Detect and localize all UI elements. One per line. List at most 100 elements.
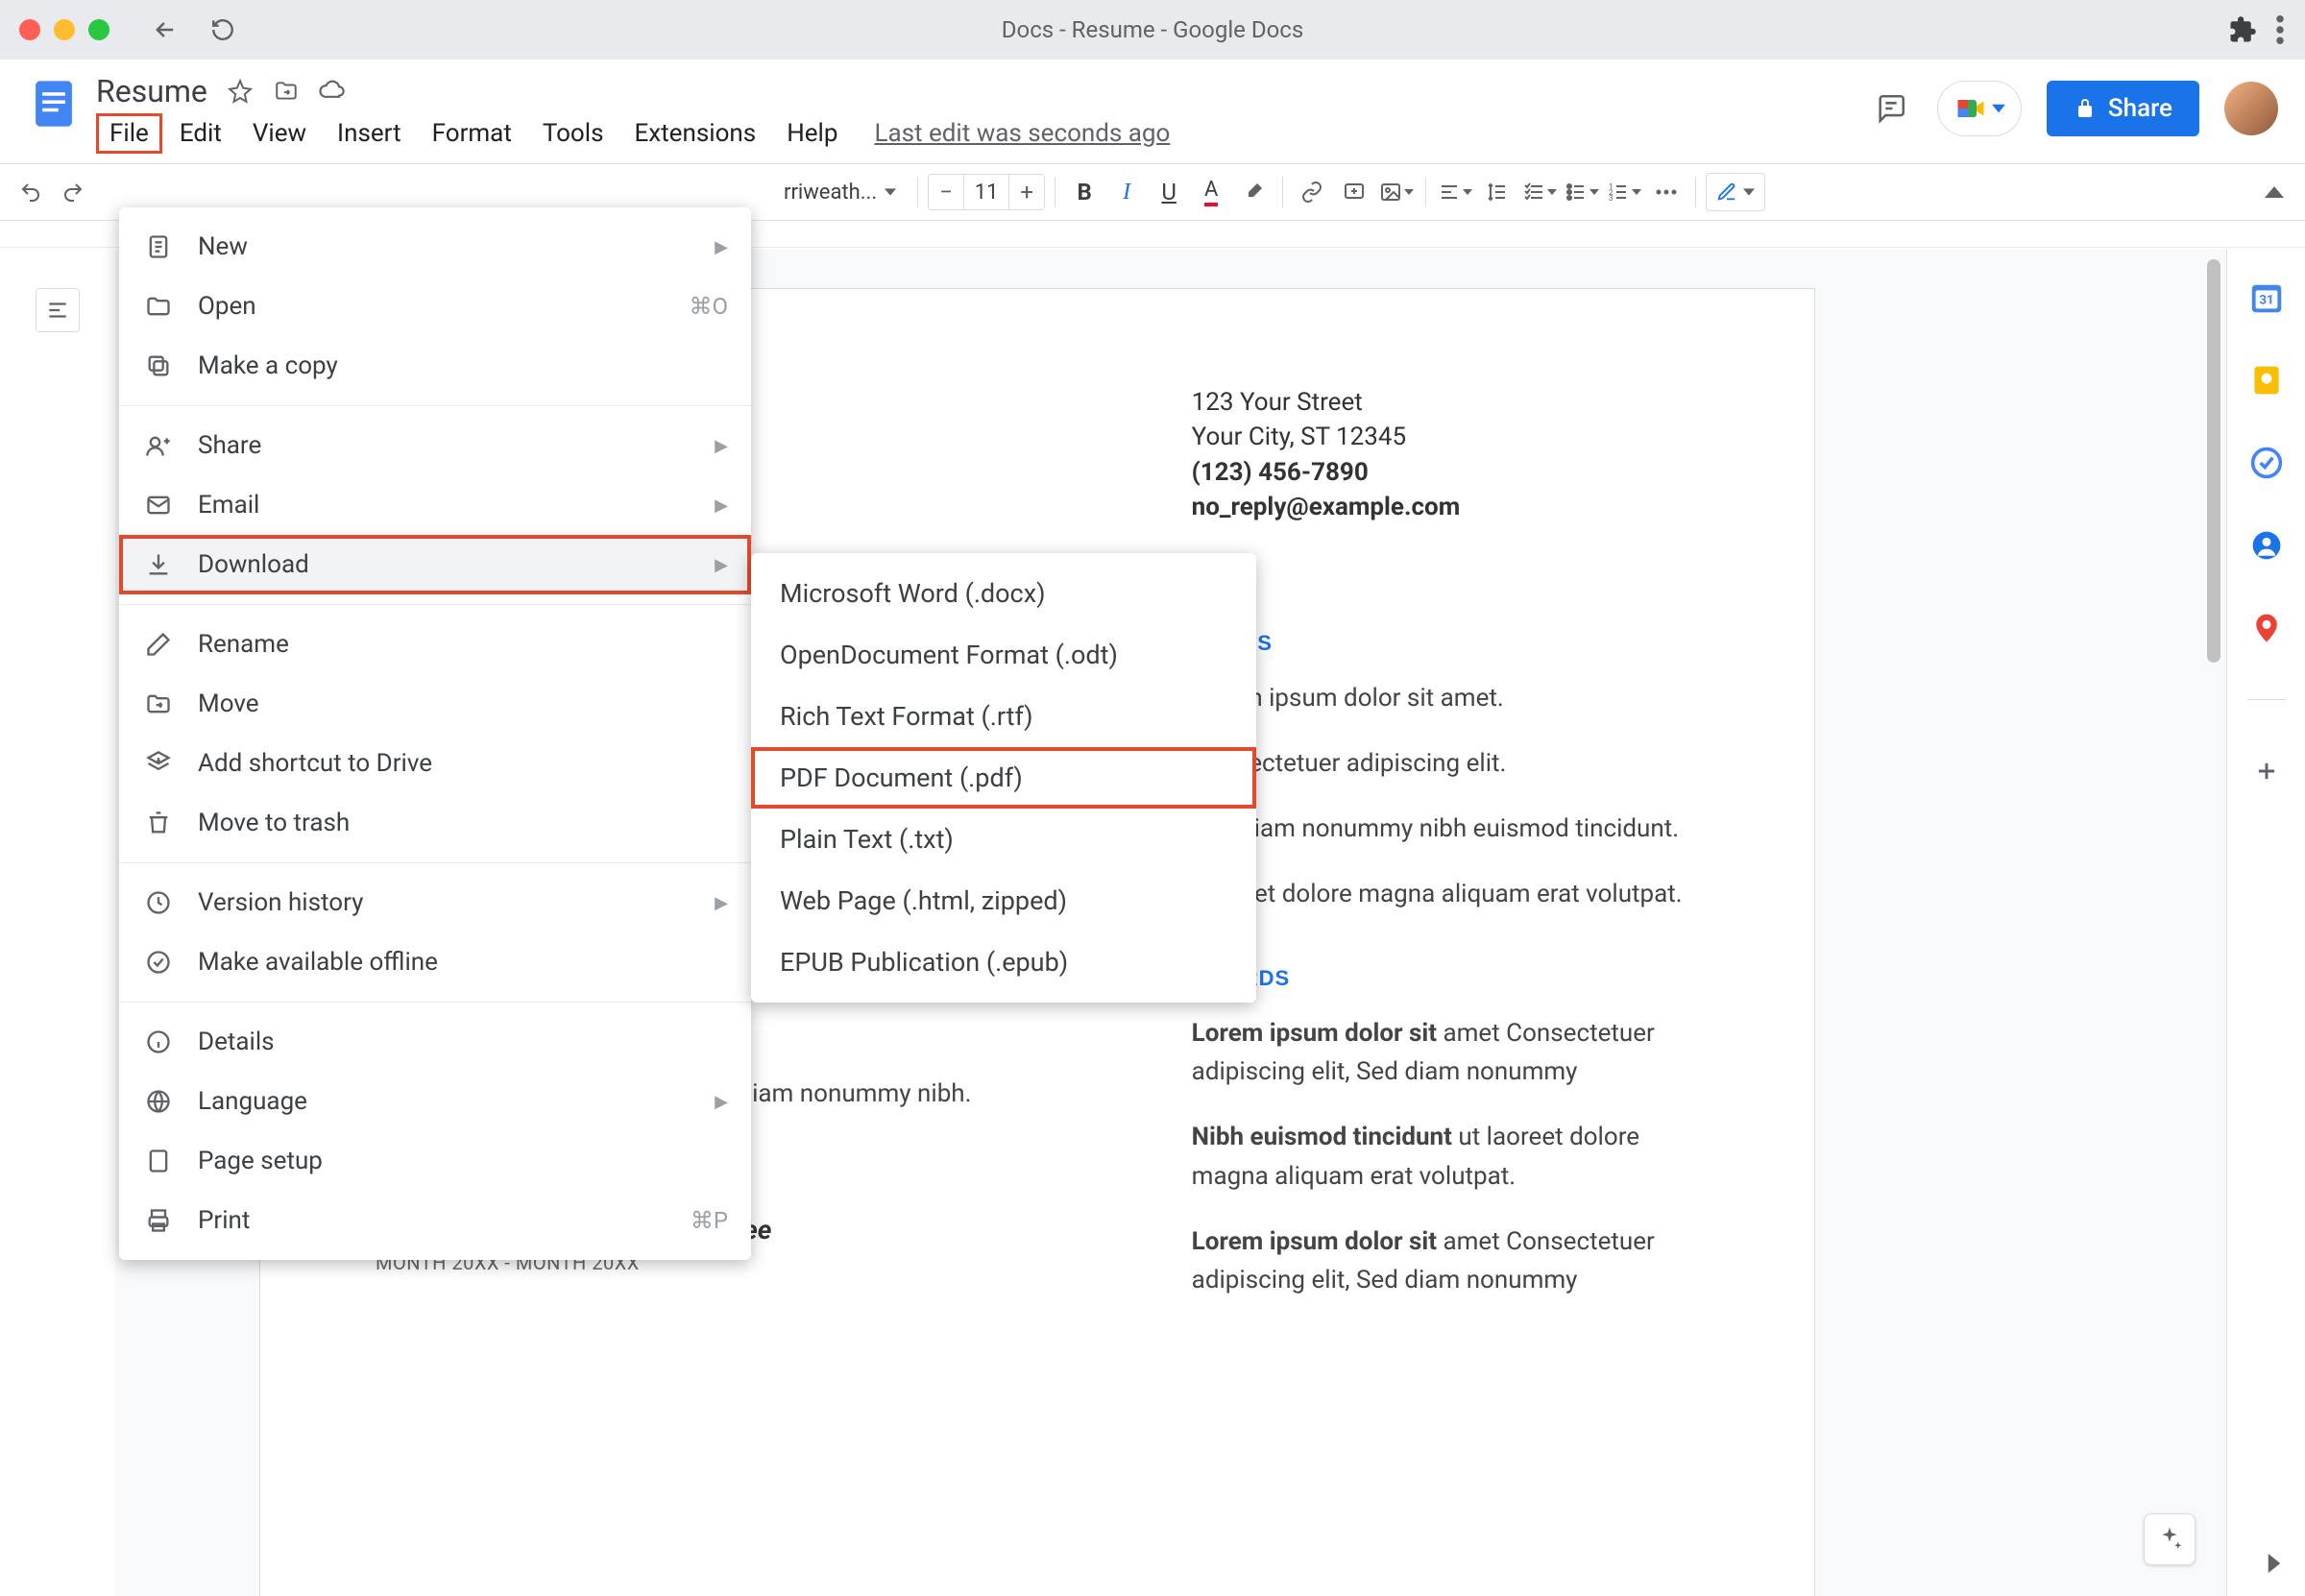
cloud-status-icon[interactable] [319, 78, 346, 105]
insert-comment-button[interactable] [1335, 173, 1373, 211]
menu-help[interactable]: Help [773, 113, 851, 154]
skills-p1[interactable]: Lorem ipsum dolor sit amet. [1192, 679, 1699, 717]
file-menu-trash[interactable]: Move to trash [119, 793, 751, 853]
extensions-icon[interactable] [2228, 15, 2257, 44]
insert-link-button[interactable] [1293, 173, 1331, 211]
calendar-icon[interactable]: 31 [2247, 278, 2286, 317]
download-html[interactable]: Web Page (.html, zipped) [751, 870, 1256, 931]
menu-file[interactable]: File [96, 113, 162, 154]
file-menu-email[interactable]: Email ▶ [119, 475, 751, 535]
comment-history-icon[interactable] [1870, 87, 1912, 130]
close-window-button[interactable] [19, 19, 40, 40]
get-addons-icon[interactable] [2247, 752, 2286, 790]
skills-p2[interactable]: Consectetuer adipiscing elit. [1192, 744, 1699, 783]
collapse-toolbar-button[interactable] [2255, 173, 2293, 211]
editing-mode-button[interactable] [1706, 173, 1765, 211]
file-menu-page-setup[interactable]: Page setup [119, 1131, 751, 1191]
download-docx[interactable]: Microsoft Word (.docx) [751, 563, 1256, 624]
document-title[interactable]: Resume [96, 73, 207, 109]
insert-image-button[interactable] [1377, 173, 1416, 211]
keep-icon[interactable] [2247, 361, 2286, 399]
undo-button[interactable] [12, 173, 50, 211]
show-outline-button[interactable] [36, 288, 80, 332]
file-menu-share[interactable]: Share ▶ [119, 416, 751, 475]
font-size-increase[interactable]: + [1009, 179, 1044, 206]
docs-logo-icon[interactable] [23, 73, 85, 134]
font-family-select[interactable]: rriweath... [772, 181, 908, 205]
menu-insert[interactable]: Insert [324, 113, 415, 154]
file-menu-rename[interactable]: Rename [119, 615, 751, 674]
download-odt[interactable]: OpenDocument Format (.odt) [751, 624, 1256, 686]
italic-button[interactable]: I [1107, 173, 1146, 211]
download-pdf[interactable]: PDF Document (.pdf) [751, 747, 1256, 809]
contacts-icon[interactable] [2247, 526, 2286, 565]
docs-header: Resume File Edit View Insert Format Tool… [0, 60, 2305, 154]
move-to-folder-icon[interactable] [273, 78, 300, 105]
font-size-decrease[interactable]: − [929, 179, 963, 206]
info-icon [142, 1026, 175, 1058]
menu-edit[interactable]: Edit [166, 113, 235, 154]
explore-button[interactable] [2144, 1513, 2196, 1565]
file-menu-details[interactable]: Details [119, 1012, 751, 1072]
checklist-button[interactable] [1520, 173, 1559, 211]
underline-button[interactable]: U [1150, 173, 1188, 211]
file-menu-make-copy[interactable]: Make a copy [119, 336, 751, 396]
menu-format[interactable]: Format [419, 113, 525, 154]
share-button[interactable]: Share [2047, 81, 2199, 136]
reload-button[interactable] [207, 14, 238, 45]
file-menu-download[interactable]: Download ▶ [119, 535, 751, 594]
meet-button[interactable] [1937, 81, 2022, 136]
account-avatar[interactable] [2224, 82, 2278, 135]
file-menu-open[interactable]: Open ⌘O [119, 277, 751, 336]
vertical-scrollbar[interactable] [2207, 259, 2220, 663]
redo-button[interactable] [54, 173, 92, 211]
awards-p3[interactable]: Lorem ipsum dolor sit amet Consectetuer … [1192, 1222, 1699, 1300]
download-txt[interactable]: Plain Text (.txt) [751, 809, 1256, 870]
menu-extensions[interactable]: Extensions [621, 113, 770, 154]
menu-tools[interactable]: Tools [529, 113, 618, 154]
maximize-window-button[interactable] [88, 19, 109, 40]
share-icon [142, 429, 175, 462]
file-menu-move[interactable]: Move [119, 674, 751, 734]
file-menu-dropdown: New ▶ Open ⌘O Make a copy Share ▶ Email … [119, 207, 751, 1260]
download-rtf[interactable]: Rich Text Format (.rtf) [751, 686, 1256, 747]
contact-block[interactable]: 123 Your Street Your City, ST 12345 (123… [1192, 385, 1699, 525]
file-menu-version-history[interactable]: Version history ▶ [119, 873, 751, 932]
file-menu-new[interactable]: New ▶ [119, 217, 751, 277]
submenu-arrow-icon: ▶ [715, 237, 728, 257]
awards-p2[interactable]: Nibh euismod tincidunt ut laoreet dolore… [1192, 1118, 1699, 1196]
file-menu-add-shortcut[interactable]: Add shortcut to Drive [119, 734, 751, 793]
skills-heading[interactable]: SKILLS [1192, 631, 1699, 656]
add-shortcut-icon [142, 747, 175, 780]
file-menu-print[interactable]: Print ⌘P [119, 1191, 751, 1250]
awards-heading[interactable]: AWARDS [1192, 966, 1699, 991]
skills-p3[interactable]: Sed diam nonummy nibh euismod tincidunt. [1192, 810, 1699, 848]
download-epub[interactable]: EPUB Publication (.epub) [751, 931, 1256, 993]
maps-icon[interactable] [2247, 609, 2286, 647]
last-edit-link[interactable]: Last edit was seconds ago [874, 119, 1170, 148]
font-size-value[interactable]: 11 [963, 175, 1009, 209]
back-button[interactable] [150, 14, 181, 45]
trash-icon [142, 807, 175, 839]
line-spacing-button[interactable] [1478, 173, 1516, 211]
submenu-arrow-icon: ▶ [715, 436, 728, 456]
awards-p1[interactable]: Lorem ipsum dolor sit amet Consectetuer … [1192, 1014, 1699, 1092]
minimize-window-button[interactable] [54, 19, 75, 40]
browser-more-icon[interactable] [2276, 15, 2284, 44]
tasks-icon[interactable] [2247, 444, 2286, 482]
numbered-list-button[interactable]: 123 [1605, 173, 1643, 211]
star-icon[interactable] [227, 78, 254, 105]
copy-icon [142, 350, 175, 382]
bullet-list-button[interactable] [1563, 173, 1601, 211]
file-menu-offline[interactable]: Make available offline [119, 932, 751, 992]
align-button[interactable] [1436, 173, 1474, 211]
skills-p4[interactable]: Laoreet dolore magna aliquam erat volutp… [1192, 875, 1699, 913]
file-menu-language[interactable]: Language ▶ [119, 1072, 751, 1131]
menu-view[interactable]: View [239, 113, 320, 154]
bold-button[interactable]: B [1065, 173, 1104, 211]
open-icon [142, 290, 175, 323]
hide-side-panel-button[interactable] [2265, 1554, 2284, 1573]
highlight-button[interactable] [1234, 173, 1273, 211]
text-color-button[interactable]: A [1192, 173, 1230, 211]
more-button[interactable] [1647, 173, 1686, 211]
